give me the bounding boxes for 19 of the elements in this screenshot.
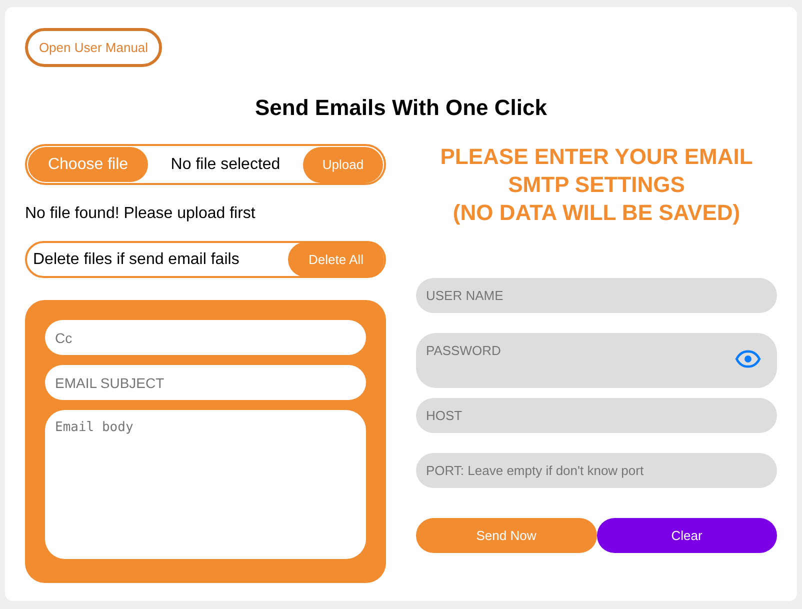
- clear-button[interactable]: Clear: [596, 518, 777, 553]
- send-now-button[interactable]: Send Now: [416, 518, 596, 553]
- upload-button[interactable]: Upload: [303, 146, 383, 182]
- smtp-input-field[interactable]: HOST: [416, 398, 777, 433]
- subject-field[interactable]: EMAIL SUBJECT: [45, 365, 366, 400]
- choose-file-button[interactable]: Choose file: [28, 147, 148, 182]
- smtp-input-field[interactable]: PORT: Leave empty if don't know port: [416, 453, 777, 488]
- smtp-input-field[interactable]: USER NAME: [416, 278, 777, 313]
- page-title: Send Emails With One Click: [254, 94, 548, 122]
- upload-message: No file found! Please upload first: [25, 205, 256, 223]
- delete-files-label: Delete files if send email fails: [33, 250, 240, 270]
- password-field[interactable]: PASSWORD: [416, 333, 777, 388]
- user-manual-button[interactable]: Open User Manual: [25, 28, 162, 67]
- smtp-heading: PLEASE ENTER YOUR EMAIL SMTP SETTINGS (NO DATA WILL BE SAVED): [439, 143, 754, 227]
- email-body-field[interactable]: Email body: [45, 410, 366, 559]
- delete-all-button[interactable]: Delete All: [288, 242, 384, 277]
- file-status: No file selected: [170, 154, 282, 174]
- file-upload-field[interactable]: Choose file No file selected Upload: [25, 144, 386, 185]
- cc-field[interactable]: Cc: [45, 320, 366, 355]
